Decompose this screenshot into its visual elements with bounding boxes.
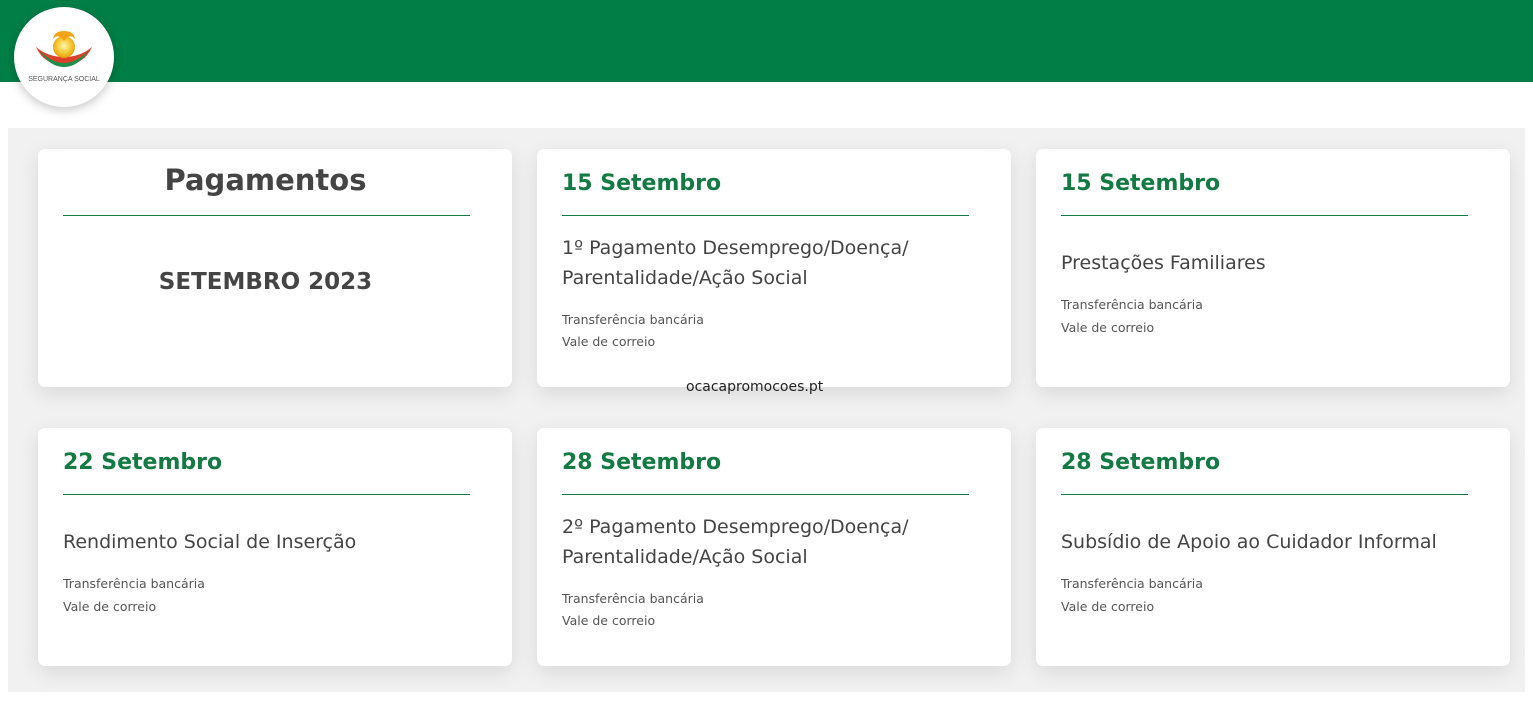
payment-date: 28 Setembro <box>1061 450 1221 475</box>
top-header-bar <box>0 0 1533 82</box>
payment-card[interactable]: 15 Setembro 1º Pagamento Desemprego/Doen… <box>537 149 1011 387</box>
payment-card[interactable]: 15 Setembro Prestações Familiares Transf… <box>1036 149 1510 387</box>
payment-date: 15 Setembro <box>562 171 722 196</box>
payment-card[interactable]: 22 Setembro Rendimento Social de Inserçã… <box>38 428 512 666</box>
payment-title: Rendimento Social de Inserção <box>63 531 357 553</box>
payment-date: 28 Setembro <box>562 450 722 475</box>
payment-card[interactable]: 28 Setembro Subsídio de Apoio ao Cuidado… <box>1036 428 1510 666</box>
payment-method: Vale de correio <box>63 599 157 614</box>
payment-method: Transferência bancária <box>63 576 205 591</box>
payment-title: 1º Pagamento Desemprego/Doença/ Parental… <box>562 237 909 289</box>
divider <box>562 215 969 216</box>
intro-title: Pagamentos <box>164 163 367 197</box>
intro-subtitle: SETEMBRO 2023 <box>158 269 373 295</box>
payment-method: Transferência bancária <box>562 312 704 327</box>
payment-method: Transferência bancária <box>562 591 704 606</box>
payment-method: Transferência bancária <box>1061 576 1203 591</box>
payment-method: Transferência bancária <box>1061 297 1203 312</box>
divider <box>1061 494 1468 495</box>
divider <box>1061 215 1468 216</box>
watermark-text: ocacapromocoes.pt <box>686 379 824 395</box>
payment-method: Vale de correio <box>562 613 656 628</box>
seguranca-social-emblem-icon <box>36 31 92 67</box>
payment-method: Vale de correio <box>562 334 656 349</box>
logo-text: SEGURANÇA SOCIAL <box>28 76 100 83</box>
divider <box>63 215 470 216</box>
payment-method: Vale de correio <box>1061 320 1155 335</box>
payment-date: 15 Setembro <box>1061 171 1221 196</box>
payment-card[interactable]: 28 Setembro 2º Pagamento Desemprego/Doen… <box>537 428 1011 666</box>
payment-title: Prestações Familiares <box>1061 252 1266 274</box>
payment-title: 2º Pagamento Desemprego/Doença/ Parental… <box>562 516 909 568</box>
payment-title: Subsídio de Apoio ao Cuidador Informal <box>1061 531 1437 553</box>
payment-date: 22 Setembro <box>63 450 223 475</box>
payment-method: Vale de correio <box>1061 599 1155 614</box>
divider <box>562 494 969 495</box>
intro-card: Pagamentos SETEMBRO 2023 <box>38 149 512 387</box>
divider <box>63 494 470 495</box>
seguranca-social-logo[interactable]: SEGURANÇA SOCIAL <box>14 7 114 107</box>
